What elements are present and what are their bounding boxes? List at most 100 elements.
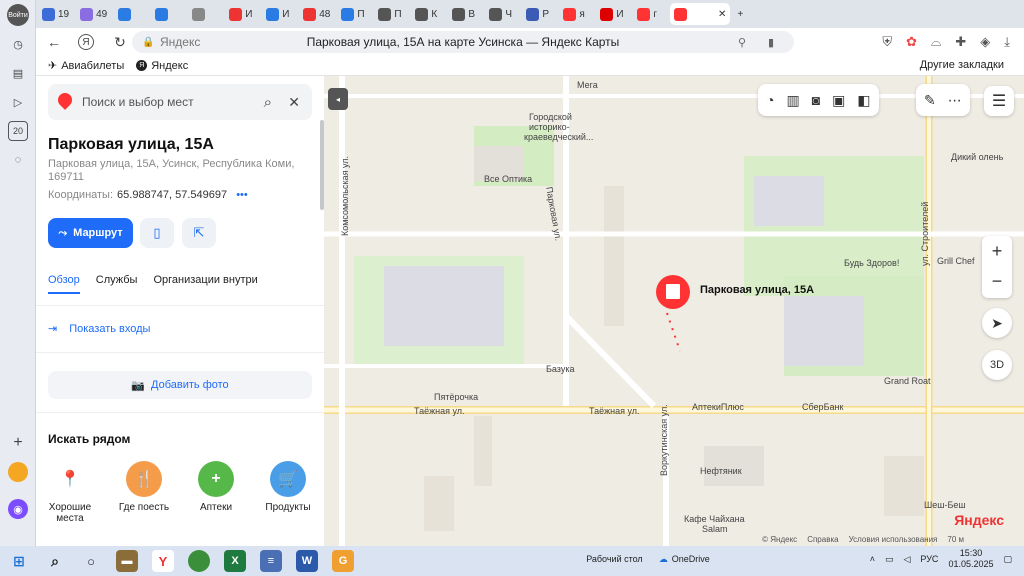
browser-tab[interactable]: г (633, 3, 667, 25)
windows-start-icon[interactable]: ⊞ (8, 550, 30, 572)
map-footer-item[interactable]: Условия использования (849, 535, 938, 544)
chevron-up-icon[interactable]: ˄ (870, 554, 875, 564)
video-icon[interactable]: ▷ (8, 92, 28, 112)
hat-icon[interactable]: ⌓ (931, 34, 941, 50)
url-field[interactable]: 🔒 Яндекс Парковая улица, 15А на карте Ус… (132, 31, 794, 53)
notification-icon[interactable]: ▢ (1003, 554, 1012, 565)
nearby-item[interactable]: 📍 Хорошие места (38, 461, 102, 524)
menu-button[interactable]: ☰ (984, 86, 1014, 116)
save-bookmark-button[interactable]: ▯ (140, 218, 174, 248)
nearby-item[interactable]: + Аптеки (184, 461, 248, 513)
map-label[interactable]: СберБанк (802, 402, 843, 412)
more-icon[interactable]: ••• (236, 189, 248, 201)
excel-icon[interactable]: X (224, 550, 246, 572)
browser-tab[interactable]: К (411, 3, 445, 25)
flower-icon[interactable]: ✿ (906, 34, 917, 50)
browser-tab[interactable]: Ч (485, 3, 519, 25)
map-label[interactable]: Мега (577, 80, 598, 90)
map-label[interactable]: Дикий олень (951, 152, 1003, 162)
chat-icon[interactable]: ◌ (8, 150, 28, 170)
locate-button[interactable]: ➤ (982, 308, 1012, 338)
browser-tab[interactable]: И (596, 3, 630, 25)
other-bookmarks[interactable]: Другие закладки (920, 59, 1004, 71)
zoom-out-button[interactable]: − (982, 267, 1012, 298)
download-icon[interactable]: ⤓ (1004, 34, 1010, 50)
tab-orgs[interactable]: Организации внутри (153, 274, 257, 294)
twenty-icon[interactable]: 20 (8, 121, 28, 141)
bookmark-yandex[interactable]: Я Яндекс (136, 60, 188, 72)
desktop-label[interactable]: Рабочий стол (586, 554, 643, 564)
map-footer-item[interactable]: 70 м (947, 535, 964, 544)
back-arrow-icon[interactable]: ← (42, 30, 66, 54)
browser-tab[interactable]: П (374, 3, 408, 25)
add-photo-button[interactable]: 📷 Добавить фото (48, 371, 312, 399)
map-label[interactable]: Пятёрочка (434, 392, 478, 402)
map-label[interactable]: Воркутинская ул. (659, 404, 669, 476)
search-icon[interactable]: ⌕ (44, 550, 66, 572)
close-icon[interactable]: ✕ (288, 94, 300, 111)
add-panel-icon[interactable]: + (8, 433, 28, 453)
ruler-icon[interactable]: ✎ (924, 92, 936, 109)
3d-button[interactable]: 3D (982, 350, 1012, 380)
chrome-icon[interactable] (188, 550, 210, 572)
route-button[interactable]: ⤳ Маршрут (48, 218, 133, 248)
browser-tab[interactable]: 48 (299, 3, 334, 25)
alice-icon[interactable]: ◉ (8, 499, 28, 519)
map-canvas[interactable]: Парковая улица, 15А Городской историко-кр… (324, 76, 1024, 546)
collections-icon[interactable]: ▤ (8, 63, 28, 83)
browser-tab[interactable] (188, 3, 222, 25)
map-label[interactable]: краеведческий... (524, 132, 593, 142)
location-icon[interactable]: ⚲ (738, 36, 746, 49)
browser-tab[interactable]: я (559, 3, 593, 25)
map-label[interactable]: Таёжная ул. (414, 406, 465, 416)
bookmark-icon[interactable]: ▮ (768, 36, 774, 49)
onedrive-label[interactable]: OneDrive (672, 554, 710, 564)
collapse-panel-button[interactable]: ◂ (328, 88, 348, 110)
bookmark-avia[interactable]: ✈ Авиабилеты (48, 59, 124, 73)
map-label[interactable]: Будь Здоров! (844, 258, 899, 268)
search-input[interactable] (82, 95, 252, 109)
market-icon[interactable] (8, 462, 28, 482)
share-button[interactable]: ⇱ (182, 218, 216, 248)
history-icon[interactable]: ◷ (8, 34, 28, 54)
nearby-item[interactable]: 🍴 Где поесть (112, 461, 176, 513)
map-label[interactable]: Grill Chef (937, 256, 975, 266)
tab-overview[interactable]: Обзор (48, 274, 80, 294)
app-g-icon[interactable]: G (332, 550, 354, 572)
browser-tab[interactable]: 49 (76, 3, 111, 25)
browser-tab[interactable] (151, 3, 185, 25)
map-label[interactable]: Salam (702, 524, 728, 534)
nearby-item[interactable]: 🛒 Продукты (256, 461, 320, 513)
browser-tab[interactable]: Р (522, 3, 556, 25)
task-view-icon[interactable]: ○ (80, 550, 102, 572)
map-label[interactable]: Шеш-Беш (924, 500, 966, 510)
browser-tab[interactable]: В (448, 3, 482, 25)
show-entrances-link[interactable]: ⇥ Показать входы (48, 322, 150, 336)
lang-indicator[interactable]: РУС (920, 554, 938, 564)
active-tab[interactable]: ✕ (670, 3, 731, 25)
map-label[interactable]: Grand Roat (884, 376, 931, 386)
reload-icon[interactable]: ↻ (108, 30, 132, 54)
search-icon[interactable]: ⌕ (264, 94, 272, 111)
network-icon[interactable]: ▭ (885, 554, 894, 565)
camera-icon[interactable]: ◙ (812, 92, 820, 108)
login-avatar[interactable]: Войти (7, 4, 29, 26)
yandex-browser-icon[interactable]: Y (152, 550, 174, 572)
map-book-icon[interactable]: ▥ (786, 92, 799, 109)
browser-tab[interactable]: П (337, 3, 371, 25)
file-explorer-icon[interactable]: ▬ (116, 550, 138, 572)
speaker-icon[interactable]: ◁ (903, 554, 910, 565)
clock[interactable]: 15:30 01.05.2025 (948, 548, 993, 570)
coords-value[interactable]: 65.988747, 57.549697 (117, 189, 227, 201)
map-label[interactable]: Комсомольская ул. (340, 156, 350, 236)
map-footer-item[interactable]: Справка (807, 535, 838, 544)
browser-tab[interactable]: 19 (38, 3, 73, 25)
map-label[interactable]: АптекиПлюс (692, 402, 744, 412)
browser-tab[interactable] (114, 3, 148, 25)
map-label[interactable]: историко- (529, 122, 570, 132)
notes-icon[interactable]: ≡ (260, 550, 282, 572)
cube-icon[interactable]: ◈ (980, 34, 990, 50)
map-label[interactable]: ул. Строителей (920, 202, 930, 266)
zoom-in-button[interactable]: + (982, 236, 1012, 267)
extensions-icon[interactable]: ✚ (955, 34, 966, 50)
